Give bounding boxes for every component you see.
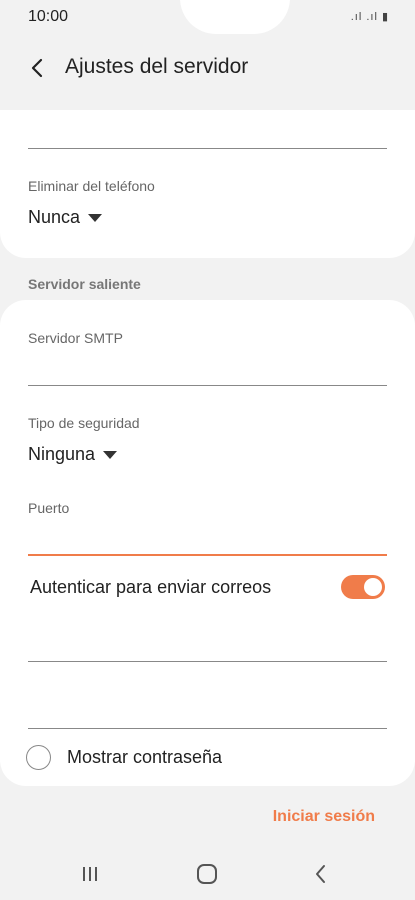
delete-from-phone-value: Nunca [28,207,81,227]
camera-notch [180,0,290,34]
sign-in-button[interactable]: Iniciar sesión [273,808,375,826]
show-password-checkbox[interactable] [26,745,51,770]
smtp-server-label: Servidor SMTP [28,330,123,346]
outgoing-settings-card: Servidor SMTP Tipo de seguridad Ninguna … [0,300,415,786]
status-bar: 10:00 .ıl .ıl ▮ [0,0,415,34]
show-password-label: Mostrar contraseña [67,747,223,767]
show-password-row[interactable]: Mostrar contraseña [26,745,326,771]
security-type-dropdown[interactable]: Ninguna [28,444,118,465]
delete-from-phone-label: Eliminar del teléfono [28,178,155,194]
port-label: Puerto [28,500,70,516]
password-underline [28,728,387,729]
incoming-settings-card: Eliminar del teléfono Nunca [0,110,415,258]
app-bar: Ajustes del servidor [0,40,415,96]
smtp-server-underline [28,385,387,386]
signal-battery-icon: .ıl .ıl ▮ [350,11,389,23]
smtp-server-input[interactable] [28,354,387,384]
recent-apps-icon[interactable] [75,862,105,886]
navigation-bar [0,850,415,900]
authenticate-toggle[interactable] [341,575,385,599]
outgoing-server-header: Servidor saliente [28,276,141,292]
home-icon[interactable] [192,862,222,886]
delete-from-phone-dropdown[interactable]: Nunca [28,207,103,228]
username-input[interactable] [28,630,387,660]
password-input[interactable] [28,697,387,727]
toggle-knob [364,578,382,596]
nav-back-icon[interactable] [306,862,336,886]
status-time: 10:00 [28,8,69,25]
dropdown-caret-icon [88,213,103,222]
authenticate-row: Autenticar para enviar correos [30,575,385,599]
port-input[interactable] [28,524,387,554]
page-title: Ajustes del servidor [65,55,249,78]
previous-field-underline [28,148,387,149]
port-underline-focused [28,554,387,556]
authenticate-label: Autenticar para enviar correos [30,577,272,597]
username-underline [28,661,387,662]
security-type-label: Tipo de seguridad [28,415,140,431]
security-type-value: Ninguna [28,444,96,464]
back-arrow-icon[interactable] [24,54,52,82]
dropdown-caret-icon [103,450,118,459]
